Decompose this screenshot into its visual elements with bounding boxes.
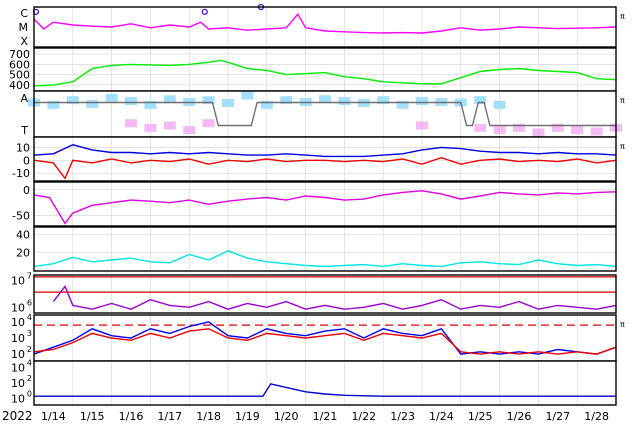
date-tick-label: 1/19 [235,410,260,423]
date-tick-label: 1/25 [468,410,493,423]
y-tick-label: -10 [12,167,30,180]
space-weather-stack: XMC π400500600700TA π-10010 π-500204010 610 7… [2,3,625,423]
plot-area [34,182,616,226]
polarity-point [532,128,545,137]
y-tick-label: 10 [11,332,25,345]
y-tick-exponent: 0 [27,389,32,398]
polarity-point [105,93,118,102]
y-tick-label: X [20,35,28,48]
polarity-point [493,126,506,135]
y-tick-label: 0 [23,184,30,197]
y-tick-label: 20 [16,247,30,260]
plot-area [34,315,616,361]
plot-area [34,227,616,271]
y-tick-exponent: 7 [27,272,32,281]
polarity-point [416,121,428,130]
polarity-point [474,123,487,132]
panel-magnetic-polarity: T A π [20,90,625,138]
date-tick-label: 1/20 [274,410,299,423]
chart-panels: XMC π400500600700TA π-10010 π-500204010 610 7… [9,3,625,406]
y-tick-label: M [19,21,29,34]
polarity-point [493,100,506,109]
polarity-point [125,119,137,128]
y-tick-label: A [20,92,28,105]
y-tick-label: 10 [11,316,25,329]
y-tick-exponent: 2 [27,374,32,383]
polarity-point [571,126,584,135]
date-tick-label: 1/28 [584,410,609,423]
date-tick-label: 1/27 [545,410,570,423]
right-mark: π [620,96,625,105]
y-tick-exponent: 2 [27,345,32,354]
panel-kp-index: 2040 [16,226,617,272]
y-tick-exponent: 3 [27,329,32,338]
polarity-point [241,91,254,100]
date-tick-label: 1/26 [507,410,532,423]
polarity-point [590,127,603,136]
year-label: 2022 [2,409,33,423]
polarity-point [125,97,137,106]
panel-solar-wind-speed: 400500600700 [9,47,617,92]
date-tick-label: 1/17 [157,410,182,423]
y-tick-label: -50 [12,210,30,223]
panel-particle-flux: 10 010 210 4 [11,359,617,406]
y-tick-label: 10 [11,301,25,314]
y-tick-exponent: 6 [27,298,32,307]
date-axis: 2022 1/14 1/15 1/16 1/17 1/18 1/19 1/20 1/21 1/2… [2,409,609,423]
panel-imf-components: -10010 π [12,136,625,182]
y-tick-label: C [20,7,28,20]
y-tick-exponent: 4 [27,313,32,322]
date-tick-label: 1/21 [313,410,338,423]
flare-marker [201,8,208,15]
plot-area [34,275,616,313]
y-tick-label: 10 [11,392,25,405]
y-tick-label: 10 [16,141,30,154]
y-tick-label: 0 [23,154,30,167]
date-tick-label: 1/23 [390,410,415,423]
panel-proton-flux: 10 210 310 4π [11,313,625,362]
polarity-point [338,97,351,106]
panel-xray-flux: XMC π [19,3,625,48]
plot-area [34,137,616,181]
date-tick-label: 1/22 [351,410,376,423]
y-tick-exponent: 4 [27,359,32,368]
date-tick-label: 1/16 [119,410,144,423]
panel-electron-flux: 10 610 7 [11,272,617,314]
date-tick-label: 1/18 [196,410,221,423]
y-tick-label: 10 [11,362,25,375]
plot-area [34,361,616,405]
right-mark: π [620,12,625,21]
date-tick-label: 1/14 [41,410,66,423]
y-tick-label: 700 [9,48,30,61]
polarity-point [144,123,157,132]
polarity-point [183,126,196,135]
y-tick-label: 10 [11,377,25,390]
polarity-point [86,99,99,108]
polarity-point [202,119,215,128]
date-tick-label: 1/15 [80,410,105,423]
date-tick-label: 1/24 [429,410,454,423]
panel-dst-index: -50 0 [12,181,617,227]
polarity-point [163,121,176,130]
y-tick-label: 10 [11,348,25,361]
right-mark: π [620,320,625,329]
y-tick-label: T [20,124,28,137]
y-tick-label: 10 [11,275,25,288]
y-tick-label: 40 [16,228,30,241]
right-mark: π [620,142,625,151]
polarity-point [416,97,428,106]
polarity-point [222,98,234,107]
